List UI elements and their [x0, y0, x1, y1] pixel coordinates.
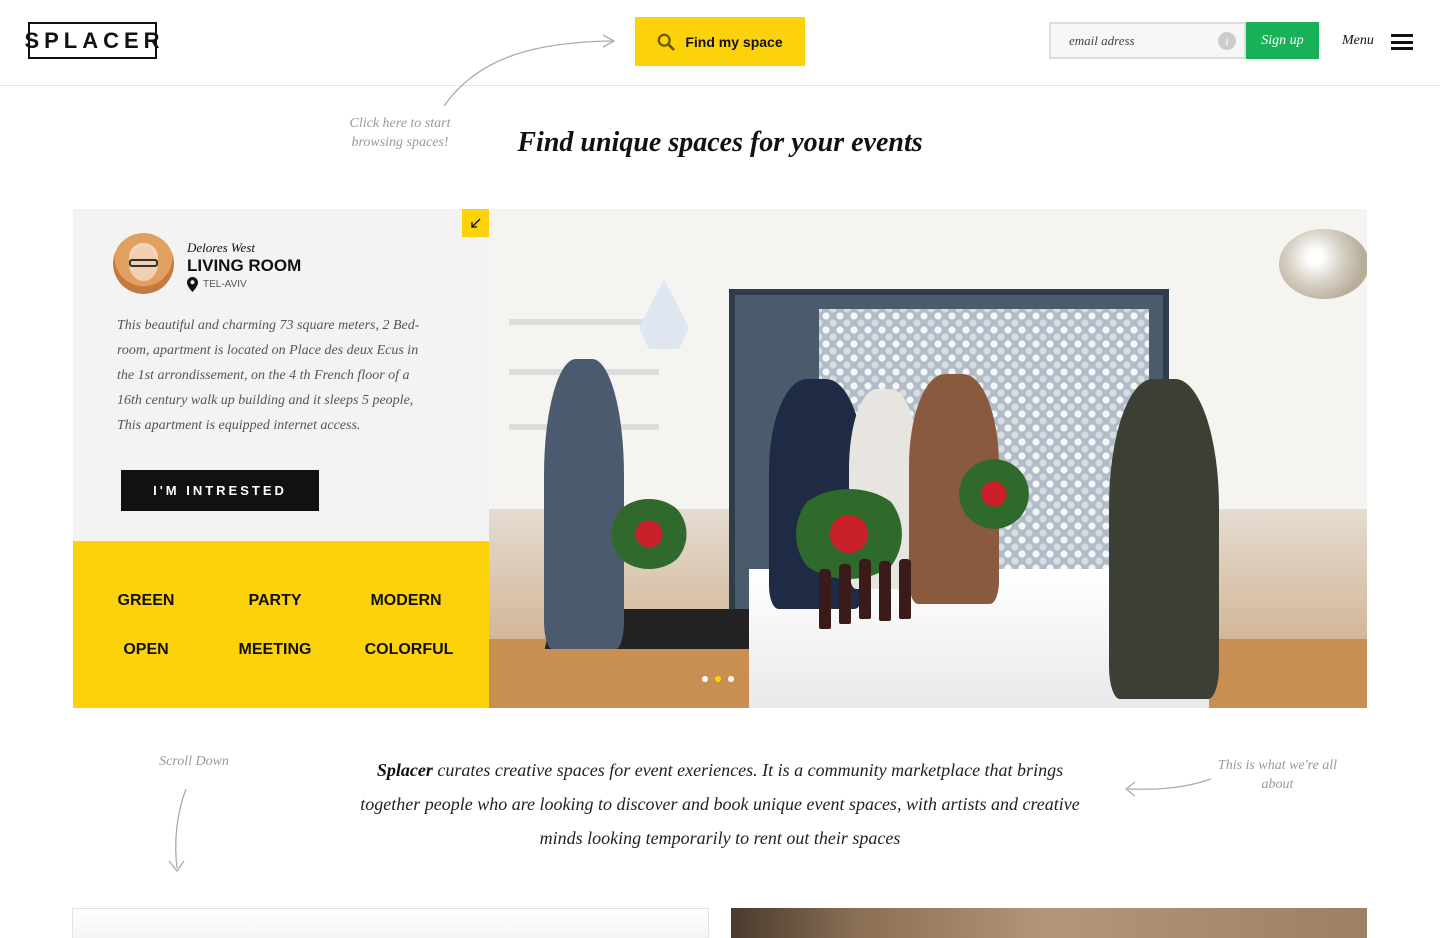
about-hint: This is what we're all about	[1217, 758, 1338, 792]
carousel-dots	[702, 676, 734, 682]
sign-up-button[interactable]: Sign up	[1246, 22, 1319, 59]
tag-meeting[interactable]: MEETING	[210, 641, 340, 659]
find-my-space-button[interactable]: Find my space	[635, 17, 805, 66]
space-preview-card[interactable]	[72, 908, 709, 938]
tag-modern[interactable]: MODERN	[341, 592, 471, 610]
featured-space-card: Delores West LIVING ROOM TEL-AVIV This b…	[73, 209, 489, 541]
menu-label[interactable]: Menu	[1342, 33, 1374, 49]
email-field-wrapper: i	[1049, 22, 1246, 59]
space-tags: GREEN PARTY MODERN OPEN MEETING COLORFUL	[73, 541, 489, 708]
im-interested-button[interactable]: I'M INTRESTED	[121, 470, 319, 511]
location-label: TEL-AVIV	[203, 279, 247, 290]
email-input[interactable]	[1051, 24, 1211, 57]
host-name[interactable]: Delores West	[187, 240, 255, 256]
space-location: TEL-AVIV	[187, 277, 247, 292]
search-icon	[658, 33, 675, 51]
tag-colorful[interactable]: COLORFUL	[344, 641, 474, 659]
splacer-logo[interactable]: SPLACER	[24, 22, 160, 59]
site-header: SPLACER Find my space i Sign up Menu	[0, 0, 1440, 86]
info-icon[interactable]: i	[1218, 32, 1236, 50]
carousel-dot[interactable]	[702, 676, 708, 682]
tag-party[interactable]: PARTY	[210, 592, 340, 610]
host-avatar[interactable]	[113, 233, 174, 294]
hero-title: Find unique spaces for your events	[517, 127, 923, 158]
map-pin-icon	[187, 277, 198, 292]
arrow-collapse-icon[interactable]	[462, 209, 489, 237]
tag-green[interactable]: GREEN	[81, 592, 211, 610]
scroll-down-hint: Scroll Down	[159, 754, 229, 769]
carousel-dot[interactable]	[728, 676, 734, 682]
space-description: This beautiful and charming 73 square me…	[117, 318, 420, 433]
brand-name: Splacer	[376, 760, 433, 780]
about-body: curates creative spaces for event exerie…	[360, 760, 1080, 848]
find-my-space-label: Find my space	[685, 33, 783, 50]
space-preview-card[interactable]	[731, 908, 1367, 938]
hamburger-icon[interactable]	[1391, 34, 1413, 50]
carousel-dot[interactable]	[715, 676, 721, 682]
about-text: Splacer curates creative spaces for even…	[360, 753, 1080, 855]
space-photo[interactable]	[489, 209, 1367, 708]
tag-open[interactable]: OPEN	[81, 641, 211, 659]
space-name[interactable]: LIVING ROOM	[187, 256, 301, 276]
